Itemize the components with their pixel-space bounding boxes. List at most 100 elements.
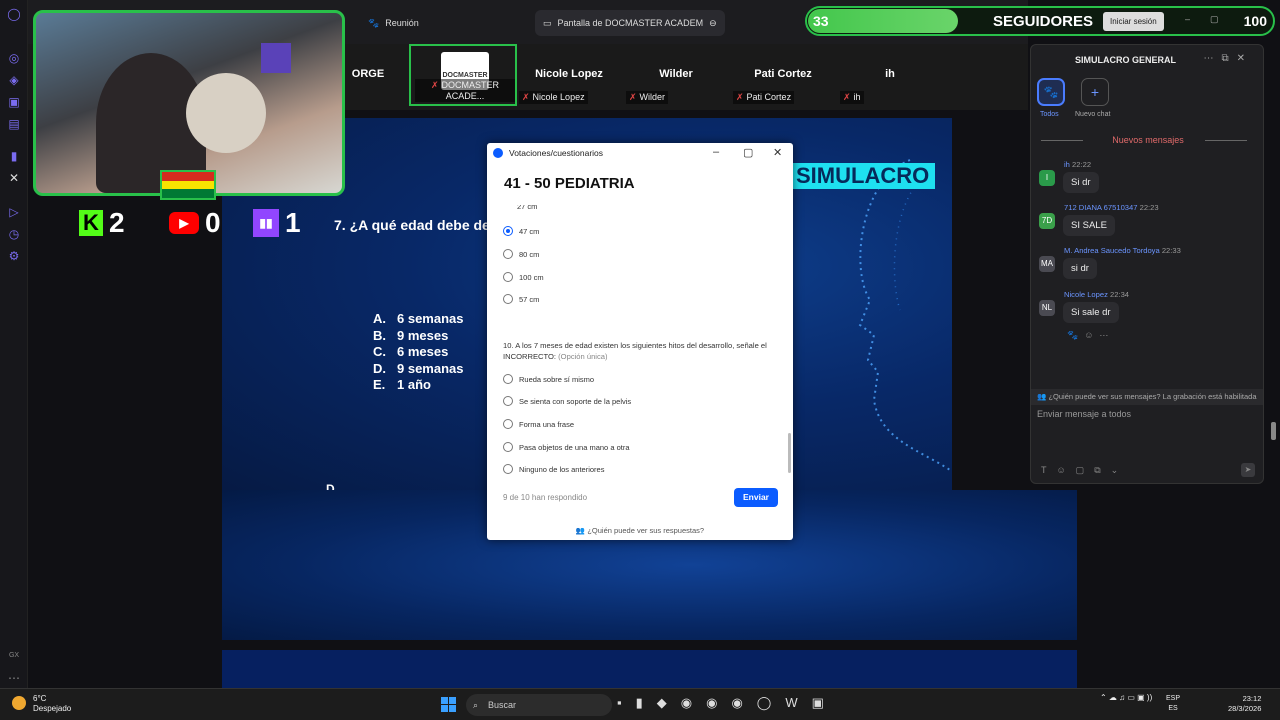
participant-tile[interactable]: Pati Cortez ✗ Pati Cortez bbox=[729, 44, 837, 106]
close-icon[interactable]: ✕ bbox=[773, 146, 782, 159]
taskbar-search[interactable]: ⌕ Buscar bbox=[466, 694, 612, 716]
followers-goal: 100 bbox=[1243, 13, 1267, 29]
history-icon[interactable]: ◷ bbox=[6, 226, 22, 242]
submit-button[interactable]: Enviar bbox=[734, 488, 778, 507]
radio-icon[interactable] bbox=[503, 294, 513, 304]
quiz-option-100cm[interactable]: 100 cm bbox=[503, 272, 544, 282]
twitch-icon: ▮▮ bbox=[253, 209, 279, 237]
mic-muted-icon: ✗ bbox=[843, 92, 851, 102]
option-letter: E. bbox=[373, 377, 386, 392]
radio-icon[interactable] bbox=[503, 419, 513, 429]
quiz-option[interactable]: Forma una frase bbox=[503, 419, 574, 429]
reaction-icons[interactable]: 🐾☺⋯ bbox=[1067, 330, 1114, 341]
sidebar-app-icon[interactable]: ▤ bbox=[6, 116, 22, 132]
mic-muted-icon: ✗ bbox=[629, 92, 637, 102]
new-chat-button[interactable]: + bbox=[1081, 78, 1109, 106]
dialog-title: Votaciones/cuestionarios bbox=[509, 148, 604, 158]
quiz-option[interactable]: Pasa objetos de una mano a otra bbox=[503, 442, 630, 452]
participant-tag-label: ih bbox=[853, 92, 861, 102]
radio-icon[interactable] bbox=[503, 374, 513, 384]
system-tray[interactable]: ⌃ ☁ ♫ ▭ ▣ )) bbox=[1100, 693, 1152, 702]
shared-slide-bottom bbox=[222, 650, 1077, 688]
minimize-icon[interactable]: – bbox=[713, 146, 719, 158]
gx-icon[interactable]: GX bbox=[6, 648, 22, 664]
app-sidebar: ◯ ◎ ◈ ▣ ▤ ▮ ✕ ▷ ◷ ⚙ GX ⋯ bbox=[0, 0, 28, 688]
chat-title: SIMULACRO GENERAL bbox=[1075, 55, 1176, 65]
option-text: 6 semanas bbox=[397, 311, 464, 326]
author-name: M. Andrea Saucedo Tordoya bbox=[1064, 246, 1160, 255]
player-icon[interactable]: ▷ bbox=[6, 204, 22, 220]
sidebar-app-icon[interactable]: ▣ bbox=[6, 94, 22, 110]
quiz-option-80cm[interactable]: 80 cm bbox=[503, 249, 539, 259]
quiz-option-57cm[interactable]: 57 cm bbox=[503, 294, 539, 304]
who-sees-link[interactable]: 👥 ¿Quién puede ver sus respuestas? bbox=[487, 526, 793, 535]
quiz-option-47cm[interactable]: 47 cm bbox=[503, 226, 539, 236]
chat-input[interactable]: Enviar mensaje a todos bbox=[1037, 409, 1131, 419]
participant-tile[interactable]: Wilder ✗ Wilder bbox=[622, 44, 730, 106]
twitch-sidebar-icon[interactable]: ▮ bbox=[6, 148, 22, 164]
radio-icon[interactable] bbox=[503, 442, 513, 452]
option-text: 9 semanas bbox=[397, 360, 464, 376]
paw-icon: 🐾 bbox=[368, 17, 380, 28]
tab-meeting-label: Reunión bbox=[385, 18, 419, 28]
sidebar-app-icon[interactable]: ◈ bbox=[6, 72, 22, 88]
participant-tile[interactable]: Nicole Lopez ✗ Nicole Lopez bbox=[515, 44, 623, 106]
slide-option: A. 6 semanas bbox=[373, 311, 464, 328]
participant-tag: ✗ Pati Cortez bbox=[733, 91, 795, 104]
radio-icon[interactable] bbox=[503, 464, 513, 474]
chat-privacy-note[interactable]: 👥 ¿Quién puede ver sus mensajes? La grab… bbox=[1031, 389, 1263, 405]
more-icon[interactable]: ⋯ bbox=[6, 670, 22, 686]
page-scrollbar[interactable] bbox=[1271, 422, 1276, 440]
option-letter: D. bbox=[373, 360, 386, 376]
participant-name: ih bbox=[885, 68, 895, 80]
clock[interactable]: 23:12 28/3/2026 bbox=[1228, 694, 1261, 714]
window-controls[interactable]: –▢ bbox=[1185, 14, 1239, 25]
participant-tile-docmaster[interactable]: DOCMASTER ✗ DOCMASTER ACADE... bbox=[409, 44, 517, 106]
participant-name: Pati Cortez bbox=[754, 68, 812, 80]
option-label: 100 cm bbox=[519, 272, 544, 282]
weather-temp: 6°C bbox=[33, 694, 47, 703]
taskbar-apps[interactable]: ▪▮◆◉◉◉◯W▣ bbox=[617, 695, 838, 711]
paw-icon: 🐾 bbox=[1043, 85, 1059, 99]
new-messages-divider: Nuevos mensajes bbox=[1031, 135, 1265, 145]
quiz-option[interactable]: Ninguno de los anteriores bbox=[503, 464, 604, 474]
login-button[interactable]: Iniciar sesión bbox=[1103, 12, 1164, 31]
participant-tag: ✗ Nicole Lopez bbox=[519, 91, 588, 104]
youtube-icon: ▶ bbox=[169, 212, 199, 234]
language-indicator[interactable]: ESP ES bbox=[1166, 694, 1180, 714]
message-author: ih 22:22 bbox=[1064, 160, 1091, 169]
cut-option: 27 cm bbox=[517, 205, 538, 211]
radio-icon[interactable] bbox=[503, 272, 513, 282]
option-text: 6 meses bbox=[397, 344, 449, 359]
chat-header-icons[interactable]: ⋯⧉✕ bbox=[1203, 53, 1253, 64]
radio-icon[interactable] bbox=[503, 249, 513, 259]
sidebar-app-icon[interactable]: ◎ bbox=[6, 50, 22, 66]
tab-screen-share[interactable]: ▭ Pantalla de DOCMASTER ACADEM ⊖ bbox=[535, 10, 725, 36]
radio-icon[interactable] bbox=[503, 396, 513, 406]
settings-icon[interactable]: ⚙ bbox=[6, 248, 22, 264]
send-icon[interactable]: ➤ bbox=[1241, 463, 1255, 477]
tab-meeting[interactable]: 🐾 Reunión bbox=[360, 10, 427, 36]
weather-widget[interactable]: 6°C Despejado bbox=[12, 694, 71, 714]
more-options-icon[interactable]: ⊖ bbox=[709, 18, 717, 29]
chat-all-button[interactable]: 🐾 bbox=[1037, 78, 1065, 106]
opera-icon[interactable]: ◯ bbox=[6, 6, 22, 22]
option-label: Rueda sobre sí mismo bbox=[519, 374, 595, 384]
radio-selected-icon[interactable] bbox=[503, 226, 513, 236]
dialog-scrollbar[interactable] bbox=[788, 433, 791, 473]
chat-toolbar[interactable]: T☺▢⧉⌄ bbox=[1041, 465, 1128, 476]
participant-tag-label: Wilder bbox=[639, 92, 666, 102]
quiz-option[interactable]: Rueda sobre sí mismo bbox=[503, 374, 594, 384]
avatar: NL bbox=[1039, 300, 1055, 316]
people-icon: 👥 bbox=[575, 526, 586, 535]
chat-panel: SIMULACRO GENERAL ⋯⧉✕ 🐾 + Todos Nuevo ch… bbox=[1030, 44, 1264, 484]
start-button[interactable] bbox=[441, 697, 456, 712]
x-icon[interactable]: ✕ bbox=[6, 170, 22, 186]
quiz-option[interactable]: Se sienta con soporte de la pelvis bbox=[503, 396, 631, 406]
maximize-icon[interactable]: ▢ bbox=[743, 146, 753, 159]
question-10-text: 10. A los 7 meses de edad existen los si… bbox=[503, 341, 767, 361]
participant-tag: ✗ ih bbox=[840, 91, 864, 104]
participant-tile[interactable]: ih ✗ ih bbox=[836, 44, 944, 106]
participant-tag-label: Nicole Lopez bbox=[532, 92, 585, 102]
taskbar: 6°C Despejado ⌕ Buscar ▪▮◆◉◉◉◯W▣ ⌃ ☁ ♫ ▭ … bbox=[0, 688, 1280, 720]
